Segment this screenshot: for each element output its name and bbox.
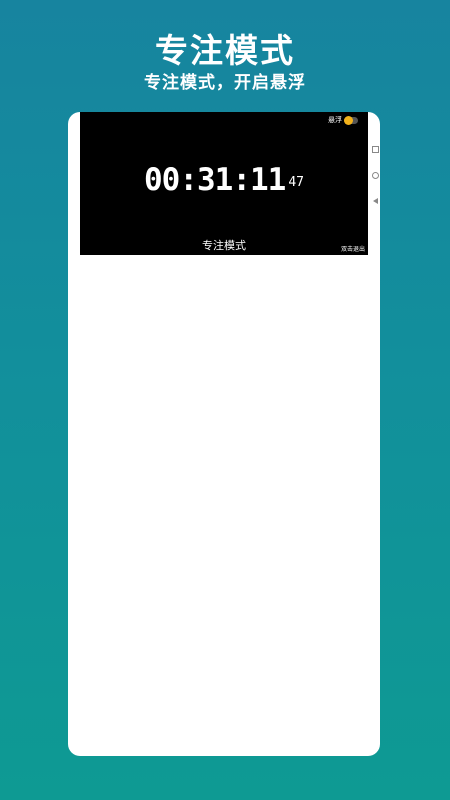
promo-title: 专注模式 <box>155 31 295 70</box>
timer-display: 00:31:11 47 <box>80 162 368 198</box>
float-label: 悬浮 <box>328 116 342 124</box>
timer-main: 00:31:11 <box>144 162 286 198</box>
recent-apps-icon[interactable] <box>372 146 379 153</box>
promo-subtitle: 专注模式，开启悬浮 <box>144 73 306 93</box>
float-toggle-row[interactable]: 悬浮 <box>328 115 358 125</box>
phone-frame: 悬浮 00:31:11 47 专注模式 双击退出 <box>68 112 380 756</box>
float-toggle[interactable] <box>344 115 358 125</box>
system-nav-icons <box>372 146 379 204</box>
focus-mode-label: 专注模式 <box>202 239 246 252</box>
double-tap-exit-hint: 双击退出 <box>340 246 365 253</box>
home-icon[interactable] <box>372 172 379 179</box>
timer-centiseconds: 47 <box>288 175 304 190</box>
back-icon[interactable] <box>373 198 378 204</box>
focus-timer-screen[interactable]: 悬浮 00:31:11 47 专注模式 双击退出 <box>80 112 368 255</box>
toggle-knob <box>344 115 353 125</box>
